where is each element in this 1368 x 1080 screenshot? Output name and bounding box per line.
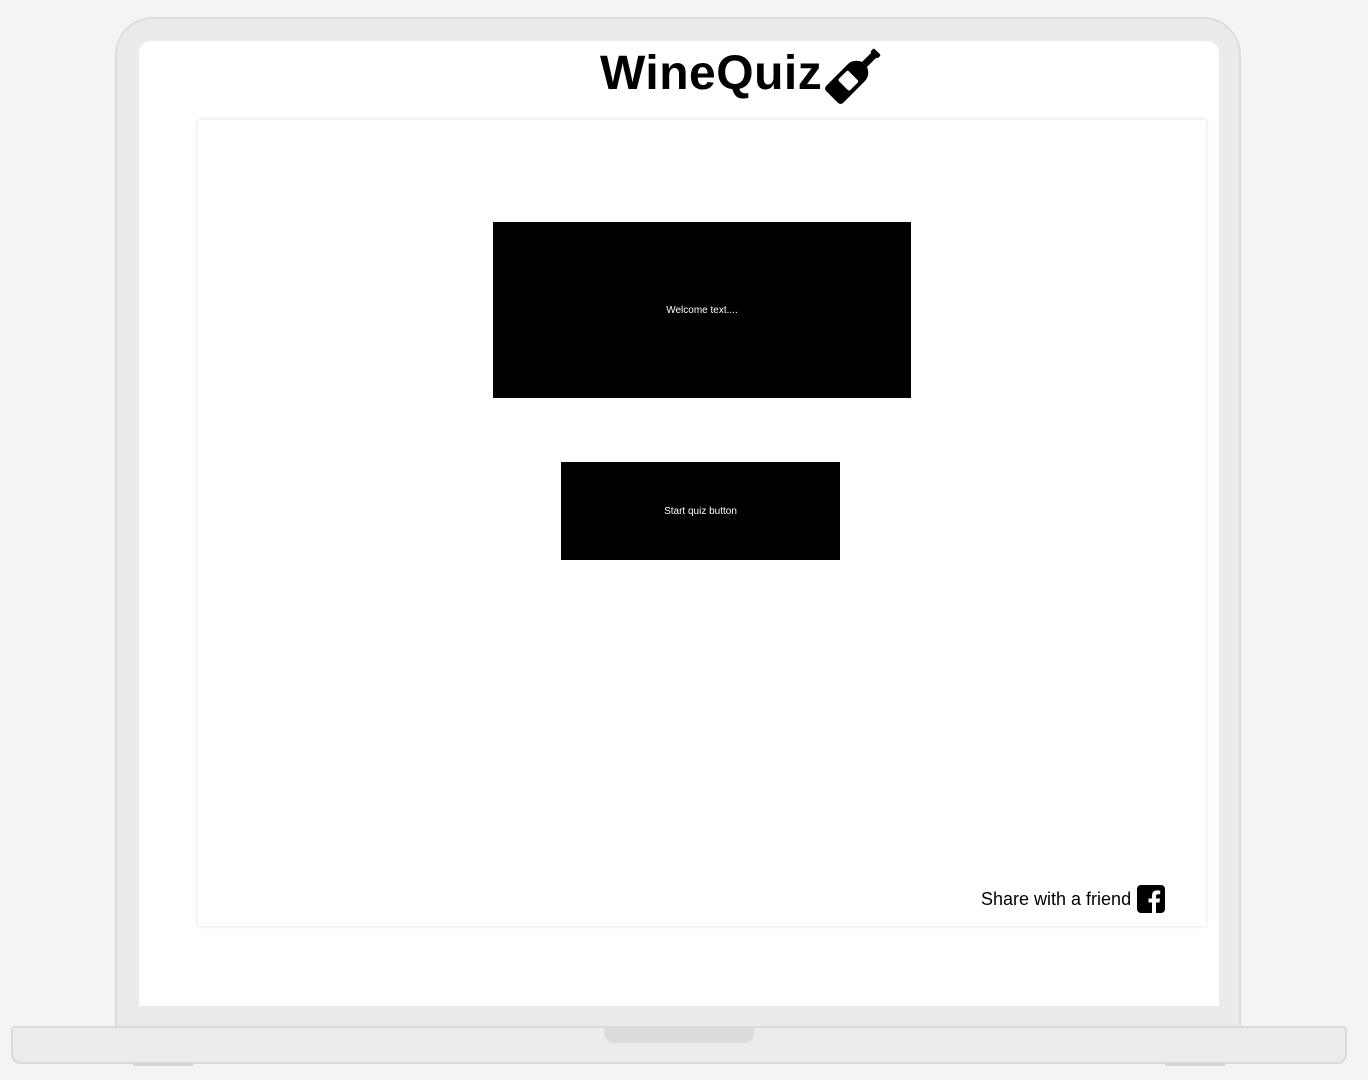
welcome-text: Welcome text.... [666,304,738,316]
share-label: Share with a friend [981,888,1132,909]
app-title: WineQuiz [600,47,823,100]
wine-bottle-icon [825,48,881,104]
laptop-foot-left [133,1063,193,1066]
welcome-text-box: Welcome text.... [493,222,911,398]
facebook-icon[interactable] [1137,885,1166,913]
laptop-base-notch [604,1027,754,1043]
share-with-friend[interactable]: Share with a friend [981,884,1166,914]
start-quiz-button-label: Start quiz button [664,505,737,517]
start-quiz-button[interactable]: Start quiz button [561,462,840,560]
laptop-foot-right [1165,1063,1225,1066]
